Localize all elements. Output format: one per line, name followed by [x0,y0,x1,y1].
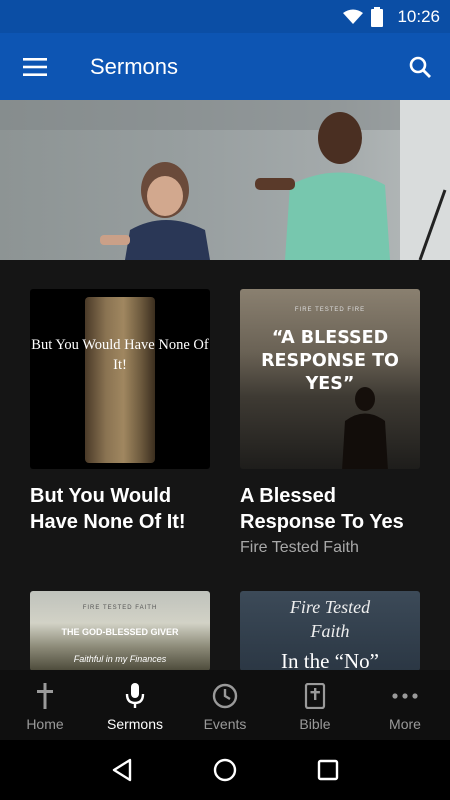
sermon-thumbnail: FIRE TESTED FAITH THE GOD-BLESSED GIVER … [30,591,210,670]
sermon-card[interactable]: FIRE TESTED FAITH THE GOD-BLESSED GIVER … [30,591,210,670]
wifi-icon [343,9,364,25]
thumbnail-series: FIRE TESTED FIRE [294,307,366,313]
nav-home[interactable]: Home [0,670,90,740]
thumbnail-text: Faith [310,621,350,641]
thumbnail-text: In the “No” [281,649,379,670]
sermon-grid: But You Would Have None Of It! But You W… [0,260,450,670]
nav-label: Home [26,716,64,732]
home-button[interactable] [205,750,245,790]
cross-icon [31,682,59,710]
nav-label: Bible [299,716,331,732]
sermon-series: Fire Tested Faith [240,539,359,556]
recents-icon [318,759,339,781]
thumbnail-text: But You Would Have None Of It! [31,337,209,373]
microphone-icon [121,682,149,710]
battery-icon [371,6,384,27]
sermon-card[interactable]: But You Would Have None Of It! But You W… [30,289,210,535]
sermon-thumbnail: FIRE TESTED FIRE “A BLESSED RESPONSE TO … [240,289,420,469]
nav-label: More [389,716,421,732]
hero-image[interactable] [0,100,450,260]
thumbnail-series: FIRE TESTED FAITH [82,605,158,611]
sermon-thumbnail: Fire Tested Faith In the “No” [240,591,420,670]
nav-label: Sermons [106,716,164,732]
more-icon [391,682,419,710]
recents-button[interactable] [308,750,348,790]
bottom-nav: Home Sermons Events Bible More [0,670,450,740]
sermon-title: But You Would Have None Of It! [30,485,186,533]
app-bar: Sermons [0,33,450,100]
status-time: 10:26 [397,6,440,26]
system-nav [0,740,450,800]
thumbnail-subtext: Faithful in my Finances [73,654,167,664]
nav-events[interactable]: Events [180,670,270,740]
hamburger-icon [23,57,47,76]
thumbnail-text: THE GOD-BLESSED GIVER [61,627,179,637]
back-icon [112,758,131,782]
sermon-title: A Blessed Response To Yes [240,485,404,533]
nav-more[interactable]: More [360,670,450,740]
home-icon [213,758,237,782]
status-bar: 10:26 [0,0,450,33]
sermon-card[interactable]: Fire Tested Faith In the “No” [240,591,420,670]
menu-button[interactable] [0,33,70,100]
sermon-card[interactable]: FIRE TESTED FIRE “A BLESSED RESPONSE TO … [240,289,420,557]
nav-bible[interactable]: Bible [270,670,360,740]
page-title: Sermons [90,53,179,79]
sermon-thumbnail: But You Would Have None Of It! [30,289,210,469]
search-icon [409,56,431,78]
search-button[interactable] [390,33,450,100]
bible-icon [301,682,329,710]
nav-label: Events [203,716,247,732]
clock-icon [211,682,239,710]
back-button[interactable] [102,750,142,790]
thumbnail-text: Fire Tested [289,597,371,617]
nav-sermons[interactable]: Sermons [90,670,180,740]
thumbnail-text: “A BLESSED RESPONSE TO YES” [261,328,399,394]
